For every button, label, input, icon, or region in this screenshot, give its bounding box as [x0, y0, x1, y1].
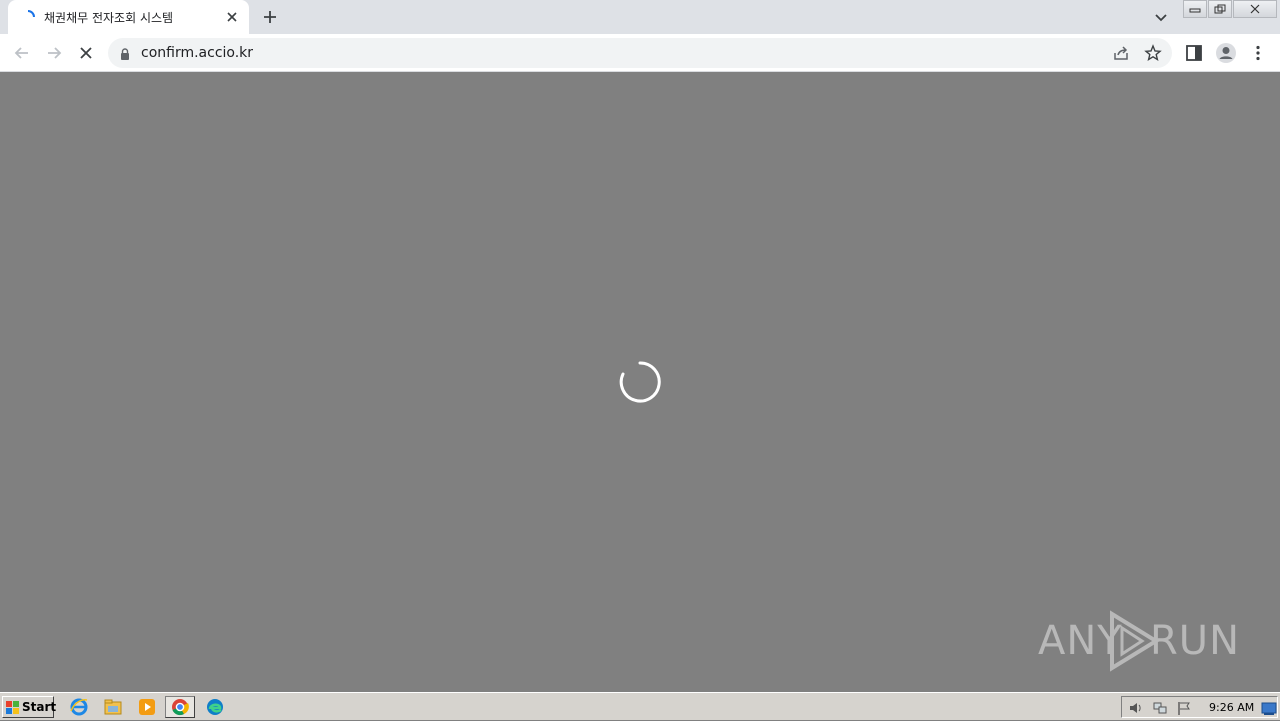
profile-avatar-icon[interactable]: [1214, 41, 1238, 65]
anyrun-watermark: ANY RUN: [1038, 608, 1239, 672]
url-text[interactable]: confirm.accio.kr: [141, 45, 253, 61]
edge-icon[interactable]: [205, 697, 227, 717]
start-button[interactable]: Start: [2, 696, 57, 718]
new-tab-icon[interactable]: [259, 6, 281, 28]
lock-icon[interactable]: [118, 46, 132, 60]
tab-title: 채권채무 전자조회 시스템: [44, 11, 174, 25]
start-label: Start: [22, 700, 57, 714]
close-window-icon: [1250, 4, 1260, 14]
taskbar-clock[interactable]: 9:26 AM: [1209, 701, 1254, 714]
tab-strip: 채권채무 전자조회 시스템: [0, 0, 1280, 34]
back-arrow-icon[interactable]: [10, 41, 34, 65]
tab-search-chevron-icon[interactable]: [1150, 6, 1172, 28]
watermark-text-run: RUN: [1150, 618, 1240, 664]
address-bar[interactable]: confirm.accio.kr: [108, 38, 1172, 68]
windows-logo-icon: [6, 701, 19, 714]
loading-spinner-icon: [619, 361, 661, 403]
restore-icon: [1214, 4, 1226, 14]
forward-arrow-icon[interactable]: [42, 41, 66, 65]
loading-favicon-icon: [20, 9, 36, 25]
chrome-icon[interactable]: [165, 696, 195, 718]
menu-kebab-icon[interactable]: [1246, 41, 1270, 65]
show-desktop-icon[interactable]: [1261, 700, 1277, 716]
side-panel-icon[interactable]: [1182, 41, 1206, 65]
minimize-button[interactable]: [1183, 0, 1207, 18]
close-window-button[interactable]: [1233, 0, 1277, 18]
bookmark-star-icon[interactable]: [1144, 44, 1162, 62]
share-icon[interactable]: [1112, 44, 1130, 62]
file-explorer-icon[interactable]: [103, 697, 125, 717]
close-tab-icon[interactable]: [223, 8, 241, 26]
internet-explorer-icon[interactable]: [69, 697, 91, 717]
network-icon[interactable]: [1152, 700, 1168, 716]
taskbar: Start 9:26 AM: [0, 692, 1280, 720]
browser-toolbar: confirm.accio.kr: [0, 34, 1280, 72]
page-content: ANY RUN: [0, 72, 1280, 692]
volume-icon[interactable]: [1128, 700, 1144, 716]
restore-button[interactable]: [1208, 0, 1232, 18]
media-player-icon[interactable]: [137, 697, 159, 717]
stop-loading-icon[interactable]: [74, 41, 98, 65]
system-tray: 9:26 AM: [1121, 696, 1278, 718]
action-center-flag-icon[interactable]: [1176, 700, 1192, 716]
minimize-icon: [1189, 8, 1201, 13]
active-tab[interactable]: 채권채무 전자조회 시스템: [8, 0, 249, 34]
